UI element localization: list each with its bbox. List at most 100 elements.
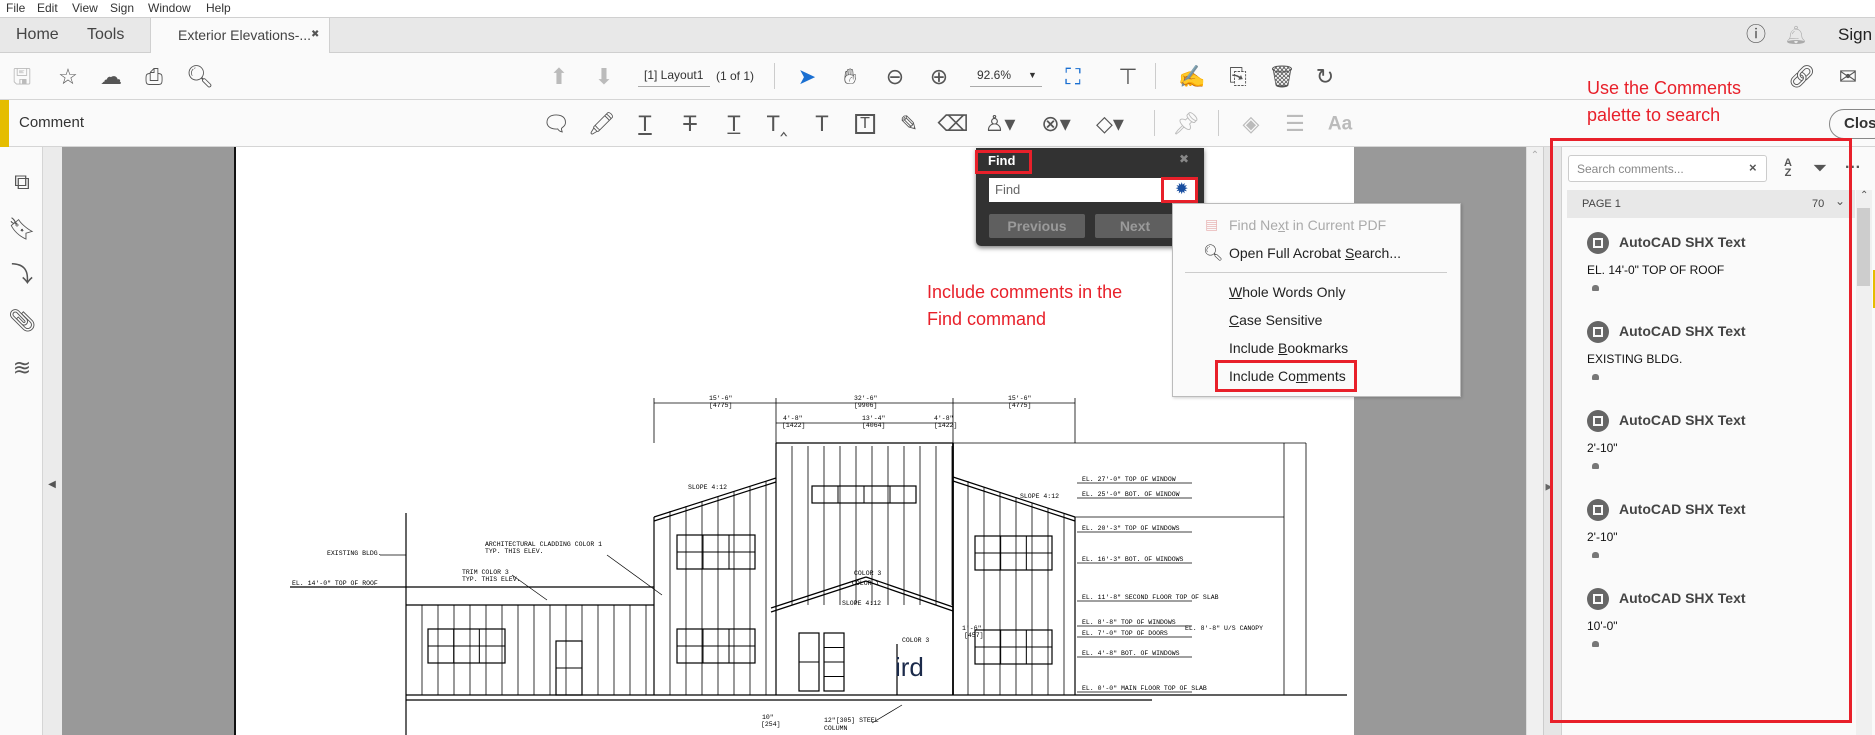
drawing-label: EL. 0'-0" MAIN FLOOR TOP OF SLAB (1082, 685, 1207, 692)
line-style-icon[interactable]: ☰ (1285, 113, 1305, 135)
zoom-in-icon[interactable]: ⊕ (930, 66, 948, 88)
menu-help[interactable]: Help (206, 1, 231, 15)
find-callout-line: Find command (927, 309, 1047, 329)
find-previous-button[interactable]: Previous (989, 214, 1085, 238)
upload-cloud-icon[interactable]: ☁ (100, 66, 122, 88)
page-count: (1 of 1) (716, 69, 755, 83)
select-arrow-icon[interactable]: ➤ (798, 66, 816, 88)
comments-scrollbar[interactable]: ⌃ (1856, 190, 1872, 735)
attach-icon[interactable]: ⊗▾ (1041, 113, 1070, 135)
help-icon[interactable]: ⓘ (1746, 25, 1766, 45)
chevron-down-icon: ▼ (1028, 70, 1037, 80)
shapes-icon[interactable]: ◇▾ (1096, 113, 1124, 135)
menu-edit[interactable]: Edit (37, 1, 58, 15)
export-icon[interactable]: ⎘ (1229, 66, 1247, 88)
tab-home[interactable]: Home (16, 18, 59, 54)
zoom-out-icon[interactable]: ⊖ (886, 66, 904, 88)
share-link-icon[interactable]: 🔗︎ (1788, 66, 1816, 88)
drawing-label: EL. 16'-3" BOT. OF WINDOWS (1082, 556, 1184, 563)
scroll-up-icon[interactable]: ⌃ (1860, 190, 1868, 201)
fit-page-icon[interactable]: ⛶ (1065, 66, 1080, 88)
menu-item-include-bookmarks[interactable]: Include Bookmarks (1229, 340, 1348, 356)
fill-sign-icon[interactable]: ✍ (1178, 66, 1205, 88)
drawing-text-artifact: ird (895, 652, 924, 682)
drawing-label: EXISTING BLDG. (327, 550, 382, 557)
highlight-box-find-title (975, 150, 1032, 174)
left-panel-handle[interactable]: ◀ (43, 147, 62, 735)
close-tool-button[interactable]: Close (1829, 109, 1875, 139)
drawing-label: COLOR 1 (852, 580, 879, 587)
tab-tools[interactable]: Tools (87, 18, 124, 54)
menu-window[interactable]: Window (148, 1, 191, 15)
zoom-level-select[interactable]: 92.6% ▼ (970, 63, 1042, 87)
highlight-box-gear (1161, 177, 1198, 203)
drawing-label: [4775] (1008, 402, 1031, 409)
drawing-label: EL. 14'-0" TOP OF ROOF (292, 580, 378, 587)
panel-callout-line: palette to search (1587, 105, 1721, 125)
mail-icon[interactable]: ✉ (1839, 66, 1857, 88)
measure-icon[interactable]: ⊤ (1118, 66, 1137, 88)
insert-text-icon[interactable]: T‸ (767, 113, 788, 135)
bookmark-icon[interactable]: 🔖︎ (8, 218, 36, 240)
drawing-label: EL. 7'-0" TOP OF DOORS (1082, 630, 1168, 637)
replace-text-icon[interactable]: T̲ (727, 113, 740, 135)
menu-item-open-full-search[interactable]: Open Full Acrobat Search... (1229, 245, 1401, 261)
add-text-icon[interactable]: T (815, 113, 828, 135)
print-icon[interactable]: ⎙ (145, 66, 163, 88)
menu-file[interactable]: File (6, 1, 25, 15)
tab-close-icon[interactable]: ✖ (311, 18, 319, 52)
drawing-label: 13'-4" (862, 415, 886, 422)
drawing-label: EL. 11'-8" SECOND FLOOR TOP OF SLAB (1082, 594, 1219, 601)
rotate-icon[interactable]: ↻ (1316, 66, 1334, 88)
sticky-note-icon[interactable]: 🗨︎ (542, 113, 570, 135)
drawing-label: 10" (762, 714, 774, 721)
text-properties-icon[interactable]: Aa (1328, 115, 1352, 134)
highlight-icon[interactable]: 🖍︎ (588, 113, 616, 135)
drawing-label: [254] (761, 721, 781, 728)
drawing-label: [457] (964, 632, 984, 639)
eraser-icon[interactable]: ⌫ (937, 113, 968, 135)
close-icon[interactable]: ✖ (1179, 152, 1189, 166)
drawing-label: [1422] (782, 422, 805, 429)
text-box-icon[interactable]: T (855, 114, 875, 134)
attachment-icon[interactable]: 📎︎ (8, 310, 36, 332)
star-icon[interactable]: ☆ (58, 66, 78, 88)
trash-icon[interactable]: 🗑︎ (1268, 66, 1296, 88)
page-number-field[interactable]: [1] Layout1 (638, 63, 710, 87)
scrollbar-thumb[interactable] (1857, 208, 1870, 286)
expand-left-icon[interactable]: ◀ (48, 480, 56, 490)
find-next-button[interactable]: Next (1095, 214, 1175, 238)
menu-item-whole-words[interactable]: Whole Words Only (1229, 284, 1345, 300)
drawing-label: 4'-8" (783, 415, 803, 422)
drawing-label: [1422] (934, 422, 957, 429)
menu-sign[interactable]: Sign (110, 1, 134, 15)
strikethrough-icon[interactable]: T (683, 113, 696, 135)
bell-icon[interactable]: 🔔︎ (1785, 26, 1808, 44)
layers-icon[interactable]: ≋ (13, 357, 31, 379)
tab-document[interactable]: Exterior Elevations-... ✖ (150, 18, 330, 54)
drawing-label: EL. 8'-8" U/S CANOPY (1185, 625, 1263, 632)
active-tool-indicator (0, 100, 9, 147)
menu-divider (1185, 272, 1447, 273)
fill-color-icon[interactable]: ◈ (1243, 113, 1260, 135)
drawing-label: EL. 25'-0" BOT. OF WINDOW (1082, 491, 1180, 498)
zoom-level: 92.6% (977, 68, 1012, 82)
menu-view[interactable]: View (72, 1, 98, 15)
model-tree-icon[interactable]: ⤵ (11, 264, 33, 286)
tab-bar: Home Tools Exterior Elevations-... ✖ ⓘ 🔔… (0, 17, 1875, 54)
page-thumbnails-icon[interactable]: ⧉ (14, 171, 30, 193)
pin-icon[interactable]: 📌︎ (1172, 113, 1200, 135)
scroll-up-icon[interactable]: ⌃ (1531, 151, 1539, 161)
stamp-icon[interactable]: ♙▾ (985, 113, 1016, 135)
sign-in-button[interactable]: Sign (1838, 18, 1872, 54)
save-icon[interactable]: 🖫 (13, 66, 32, 88)
underline-text-icon[interactable]: T (638, 113, 651, 135)
zoom-search-icon[interactable]: 🔍︎ (186, 66, 214, 88)
pencil-icon[interactable]: ✎ (900, 113, 918, 135)
next-page-icon[interactable]: ⬇ (595, 66, 613, 88)
document-scrollbar[interactable]: ⌃ (1526, 147, 1544, 735)
drawing-label: TYP. THIS ELEV. (485, 548, 544, 555)
menu-item-case-sensitive[interactable]: Case Sensitive (1229, 312, 1322, 328)
hand-icon[interactable]: ✋︎ (844, 66, 857, 88)
previous-page-icon[interactable]: ⬆ (550, 66, 568, 88)
